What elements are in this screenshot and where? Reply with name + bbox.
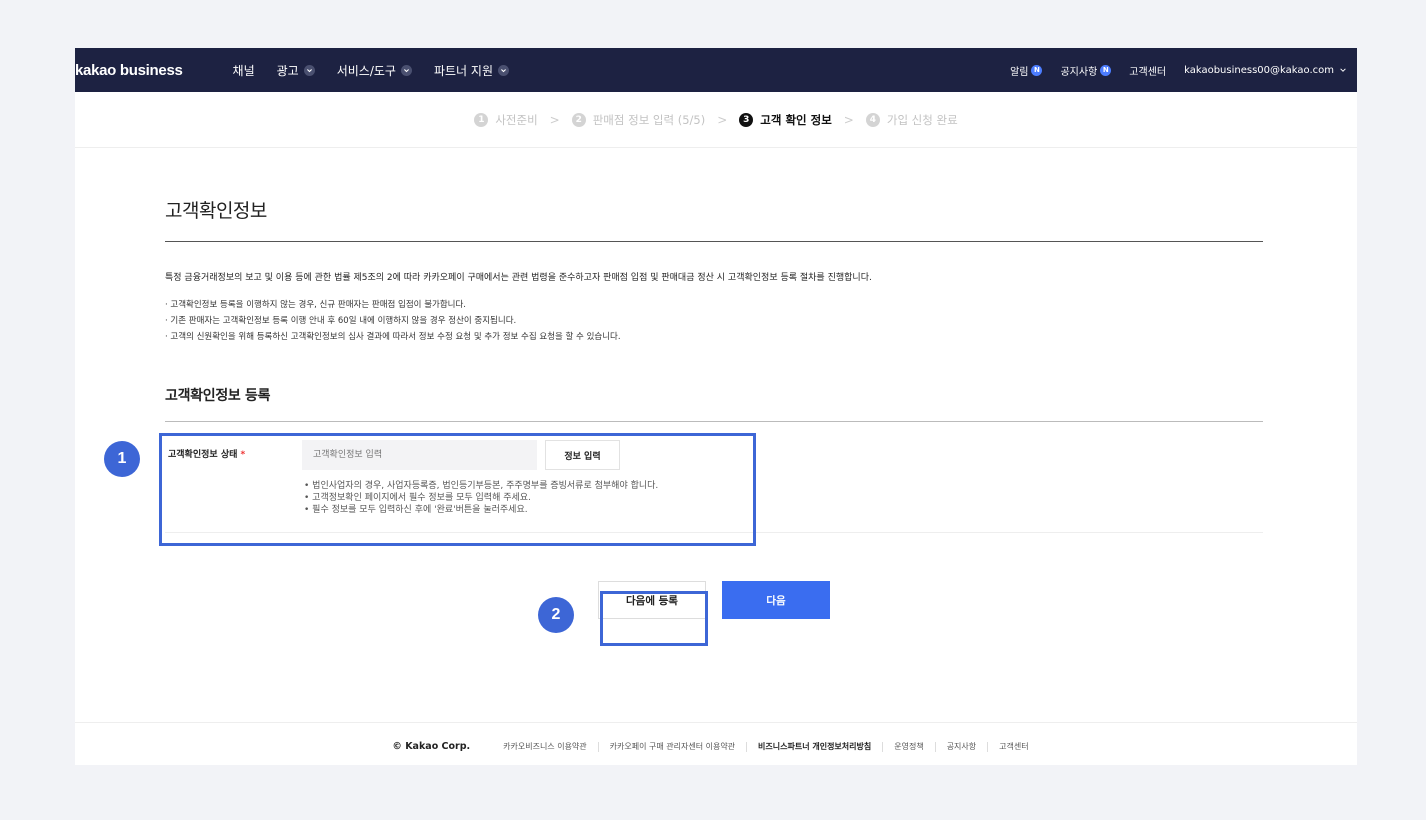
- help-text: • 고객정보확인 페이지에서 필수 정보를 모두 입력해 주세요.: [304, 493, 531, 503]
- menu-services[interactable]: 서비스/도구: [337, 62, 412, 79]
- menu-partner-support[interactable]: 파트너 지원: [434, 62, 509, 79]
- notice-link[interactable]: 공지사항 N: [1060, 63, 1112, 78]
- account-menu[interactable]: kakaobusiness00@kakao.com: [1184, 65, 1347, 76]
- step-preparation: 1 사전준비: [474, 112, 538, 128]
- field-line: 정보 입력: [302, 440, 1263, 470]
- next-button[interactable]: 다음: [722, 581, 830, 619]
- step-separator: >: [843, 112, 854, 127]
- kakao-business-logo[interactable]: kakao business: [75, 62, 183, 79]
- alarm-label: 알림: [1010, 66, 1029, 78]
- footer-link-privacy[interactable]: 비즈니스파트너 개인정보처리방침: [746, 741, 882, 752]
- footer-link-policy[interactable]: 운영정책: [882, 741, 934, 752]
- list-item: · 고객의 신원확인을 위해 등록하신 고객확인정보의 심사 결과에 따라서 정…: [165, 332, 621, 342]
- customer-info-input[interactable]: [302, 440, 537, 470]
- footer: © Kakao Corp. 카카오비즈니스 이용약관 카카오페이 구매 관리자센…: [75, 722, 1357, 765]
- page-title: 고객확인정보: [165, 196, 1263, 242]
- annotation-marker-2: 2: [538, 597, 574, 633]
- new-badge: N: [1100, 64, 1112, 76]
- step-customer-info: 3 고객 확인 정보: [739, 112, 832, 128]
- menu-services-label: 서비스/도구: [336, 63, 396, 78]
- help-text: • 필수 정보를 모두 입력하신 후에 '완료'버튼을 눌러주세요.: [304, 505, 528, 515]
- footer-link-pay-terms[interactable]: 카카오페이 구매 관리자센터 이용약관: [597, 741, 746, 752]
- chevron-down-icon: [303, 64, 315, 76]
- chevron-down-icon: [1340, 68, 1346, 72]
- footer-link-support[interactable]: 고객센터: [987, 741, 1039, 752]
- step-number: 1: [474, 112, 489, 127]
- register-later-button[interactable]: 다음에 등록: [598, 581, 706, 619]
- step-label: 고객 확인 정보: [760, 112, 832, 127]
- step-separator: >: [549, 112, 560, 127]
- required-mark: *: [240, 450, 246, 460]
- step-number: 2: [571, 112, 586, 127]
- field-label: 고객확인정보 상태: [168, 450, 238, 460]
- annotation-marker-1: 1: [104, 441, 140, 477]
- app-frame: kakao business 채널 광고 서비스/도구 파트너 지원 알림 N: [75, 48, 1357, 765]
- chevron-down-icon: [497, 64, 509, 76]
- support-link[interactable]: 고객센터: [1129, 63, 1166, 78]
- alarm-link[interactable]: 알림 N: [1010, 63, 1043, 78]
- nav-utilities: 알림 N 공지사항 N 고객센터 kakaobusiness00@kakao.c…: [1010, 63, 1347, 78]
- list-item: · 고객확인정보 등록을 이행하지 않는 경우, 신규 판매자는 판매점 입점이…: [165, 300, 467, 310]
- footer-link-business-terms[interactable]: 카카오비즈니스 이용약관: [492, 742, 598, 752]
- field-help: • 법인사업자의 경우, 사업자등록증, 법인등기부등본, 주주명부를 증빙서류…: [302, 480, 1263, 516]
- step-complete: 4 가입 신청 완료: [865, 112, 958, 128]
- step-label: 판매점 정보 입력 (5/5): [592, 112, 706, 127]
- new-badge: N: [1031, 64, 1043, 76]
- action-buttons: 다음에 등록 다음: [165, 581, 1263, 619]
- menu-ads[interactable]: 광고: [277, 62, 315, 79]
- main-menu: 채널 광고 서비스/도구 파트너 지원: [233, 62, 509, 79]
- step-label: 가입 신청 완료: [886, 112, 958, 127]
- list-item: · 기존 판매자는 고객확인정보 등록 이행 안내 후 60일 내에 이행하지 …: [165, 316, 517, 326]
- help-text: • 법인사업자의 경우, 사업자등록증, 법인등기부등본, 주주명부를 증빙서류…: [304, 481, 659, 491]
- section-title: 고객확인정보 등록: [165, 385, 1263, 422]
- menu-partner-support-label: 파트너 지원: [433, 63, 493, 78]
- footer-link-notice[interactable]: 공지사항: [934, 741, 987, 752]
- customer-info-field: 정보 입력 • 법인사업자의 경우, 사업자등록증, 법인등기부등본, 주주명부…: [302, 440, 1263, 516]
- main-content: 고객확인정보 특정 금융거래정보의 보고 및 이용 등에 관한 법률 제5조의 …: [75, 196, 1357, 619]
- enter-info-button[interactable]: 정보 입력: [545, 440, 620, 470]
- step-store-info: 2 판매점 정보 입력 (5/5): [571, 112, 706, 128]
- step-separator: >: [717, 112, 728, 127]
- customer-info-label: 고객확인정보 상태 *: [165, 440, 302, 516]
- account-email: kakaobusiness00@kakao.com: [1184, 64, 1334, 76]
- customer-info-row: 고객확인정보 상태 * 정보 입력 • 법인사업자의 경우, 사업자등록증, 법…: [165, 422, 1263, 533]
- signup-steps: 1 사전준비 > 2 판매점 정보 입력 (5/5) > 3 고객 확인 정보 …: [75, 92, 1357, 148]
- step-number: 3: [739, 112, 754, 127]
- page-description: 특정 금융거래정보의 보고 및 이용 등에 관한 법률 제5조의 2에 따라 카…: [165, 273, 872, 283]
- notice-label: 공지사항: [1060, 66, 1098, 78]
- step-label: 사전준비: [495, 112, 538, 127]
- support-label: 고객센터: [1129, 66, 1167, 78]
- top-nav: kakao business 채널 광고 서비스/도구 파트너 지원 알림 N: [75, 48, 1357, 92]
- step-number: 4: [865, 112, 880, 127]
- chevron-down-icon: [400, 64, 412, 76]
- menu-channel-label: 채널: [232, 63, 255, 78]
- menu-channel[interactable]: 채널: [233, 62, 255, 79]
- notice-list: · 고객확인정보 등록을 이행하지 않는 경우, 신규 판매자는 판매점 입점이…: [165, 297, 1263, 345]
- copyright: © Kakao Corp.: [392, 741, 471, 752]
- menu-ads-label: 광고: [276, 63, 299, 78]
